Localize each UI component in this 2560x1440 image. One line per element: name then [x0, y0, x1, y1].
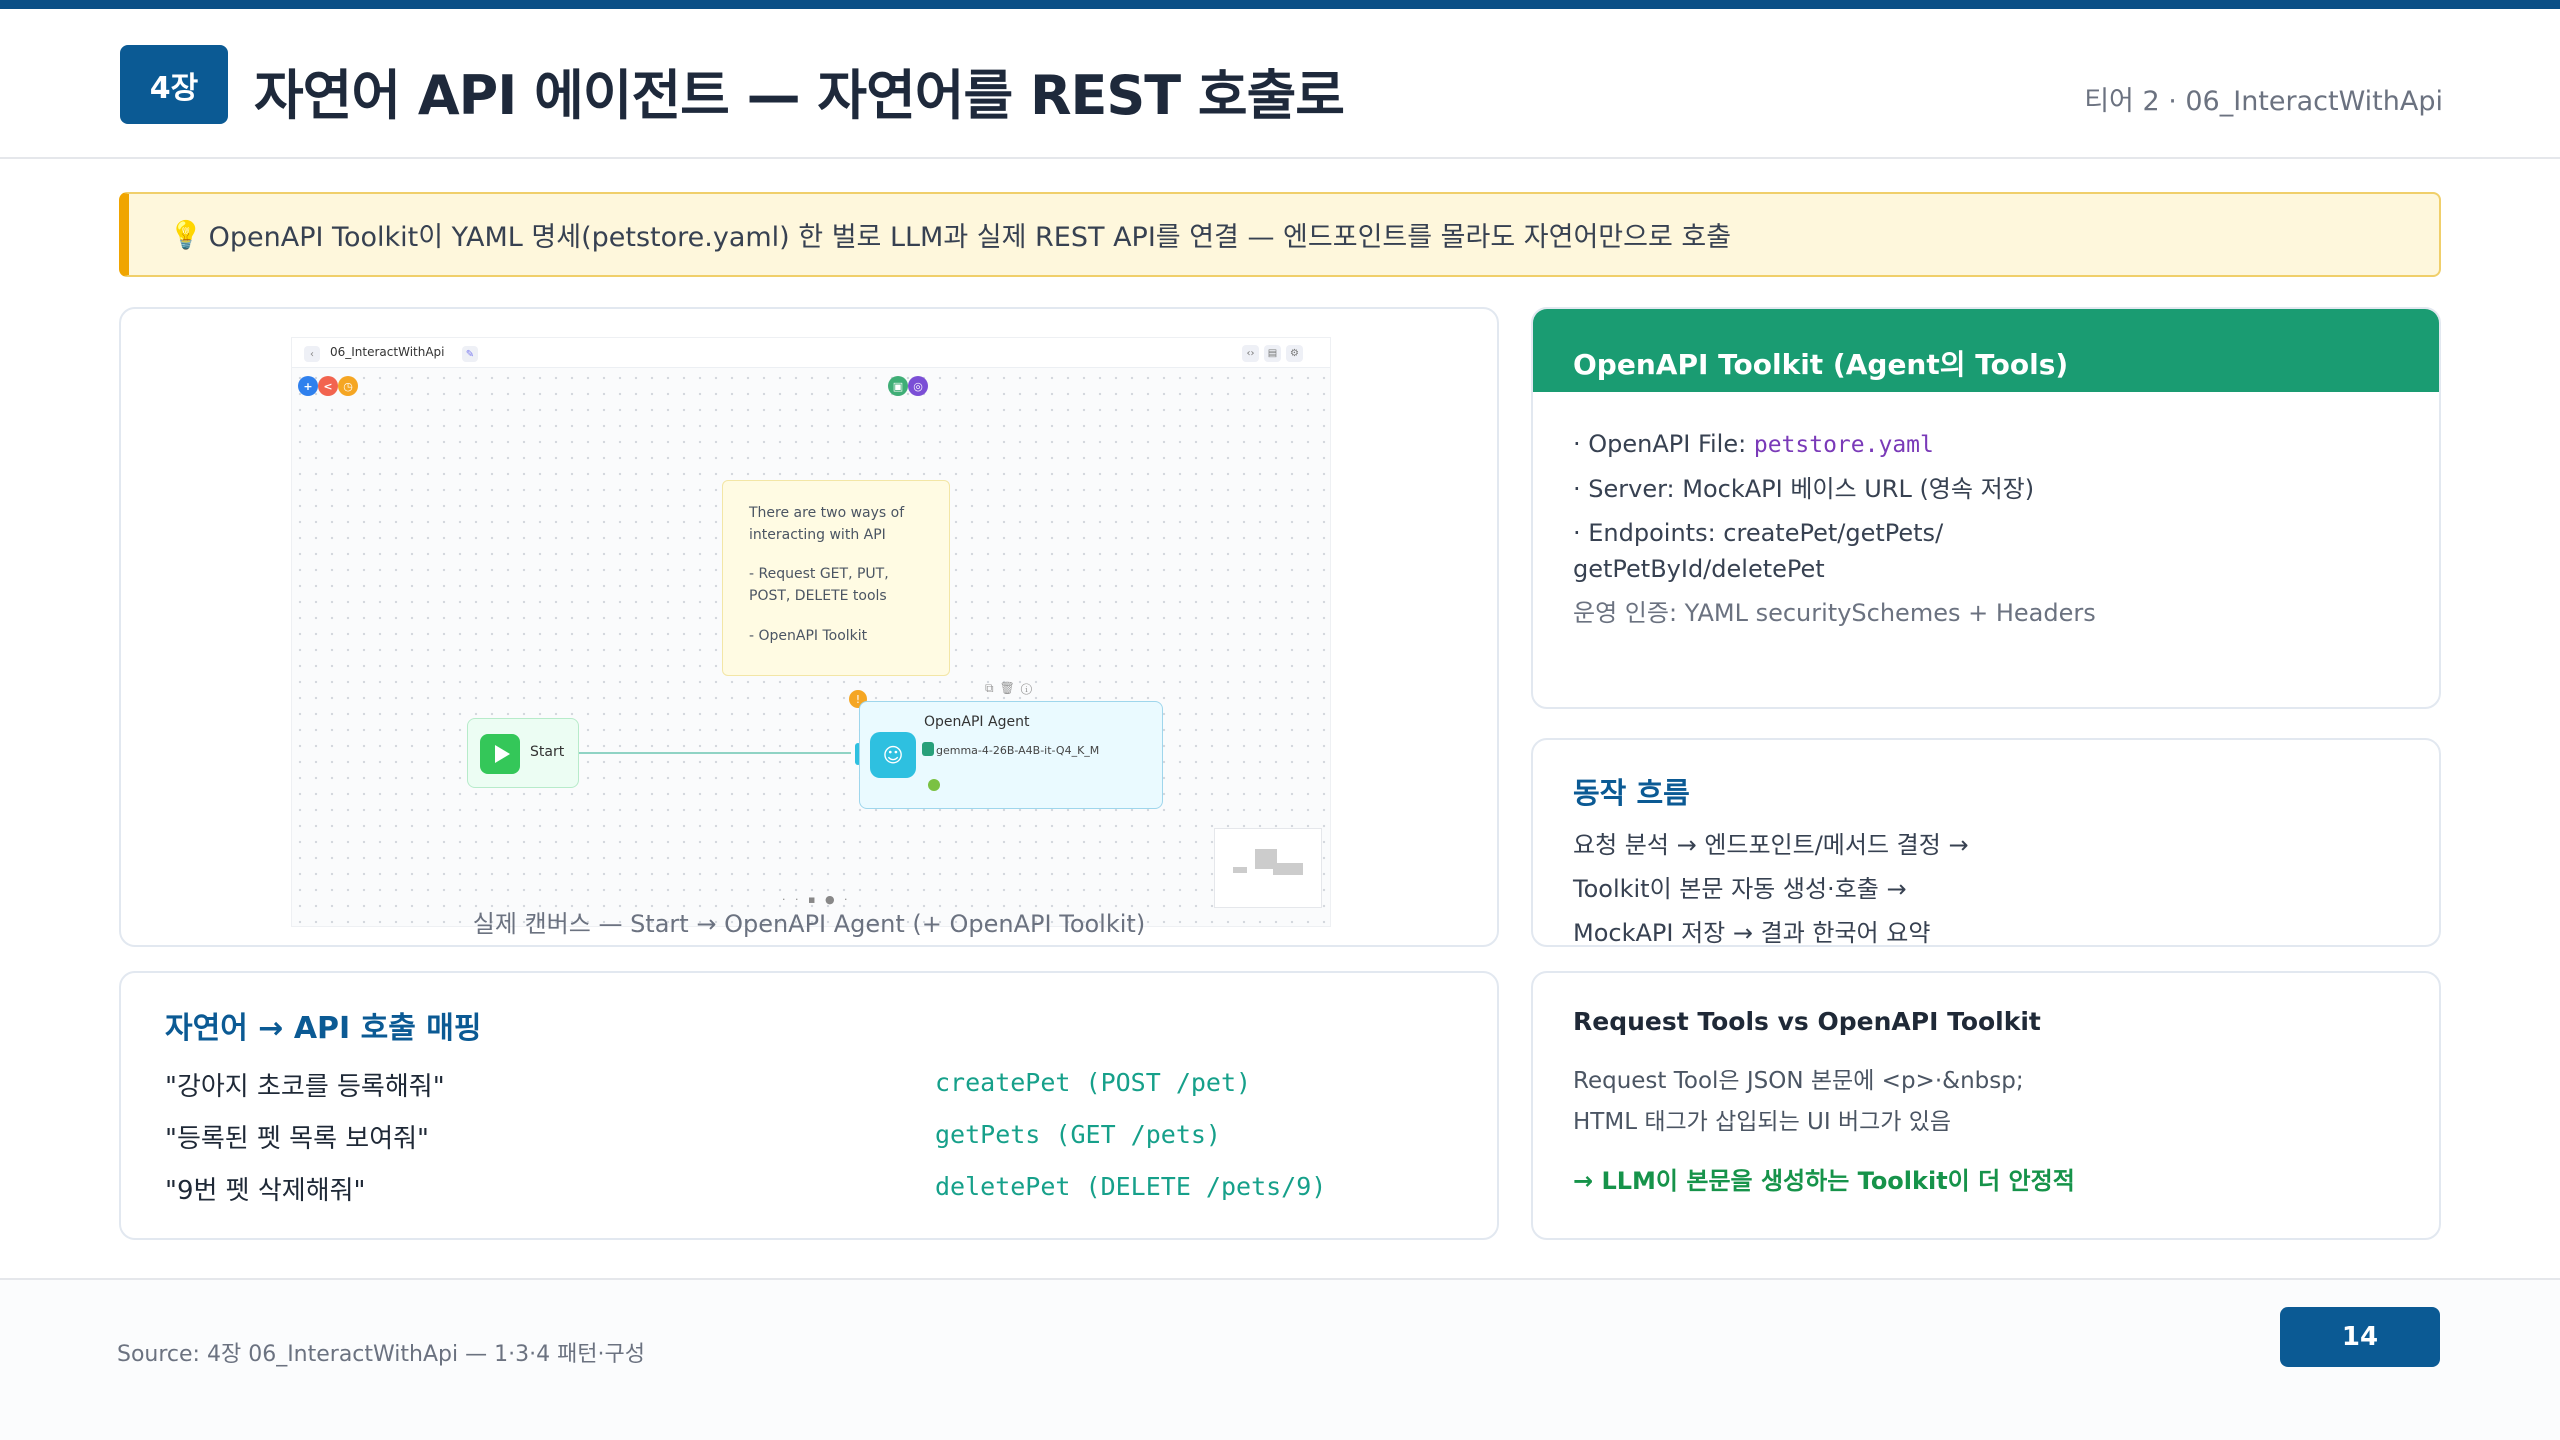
toolkit-server-row: · Server: MockAPI 베이스 URL (영속 저장): [1573, 474, 2035, 503]
agent-node-title: OpenAPI Agent: [924, 714, 1030, 730]
toolkit-card-body: · OpenAPI File: petstore.yaml · Server: …: [1533, 392, 2439, 631]
tip-text: OpenAPI Toolkit이 YAML 명세(petstore.yaml) …: [208, 222, 1732, 253]
start-node[interactable]: Start: [467, 718, 579, 788]
chapter-badge: 4장: [120, 45, 228, 124]
sticky-line: - OpenAPI Toolkit: [749, 627, 868, 644]
flow-card: 동작 흐름 요청 분석 → 엔드포인트/메서드 결정 → Toolkit이 본문…: [1531, 738, 2441, 947]
request-line: Request Tool은 JSON 본문에 <p>·&nbsp;: [1573, 1068, 2024, 1094]
request-card-title: Request Tools vs OpenAPI Toolkit: [1573, 1007, 2041, 1036]
edit-pencil-icon[interactable]: ✎: [462, 346, 478, 362]
flow-line: 요청 분석 → 엔드포인트/메서드 결정 →: [1573, 831, 1969, 859]
sticky-line: There are two ways of interacting with A…: [749, 505, 905, 543]
file-value: petstore.yaml: [1753, 432, 1934, 458]
canvas-toolbar: ‹ 06_InteractWithApi ✎ ‹› ▤ ⚙: [292, 338, 1330, 368]
toolkit-auth-row: 운영 인증: YAML securitySchemes + Headers: [1573, 598, 2096, 627]
toolkit-card-title: OpenAPI Toolkit (Agent의 Tools): [1533, 309, 2439, 392]
settings-icon[interactable]: ⚙: [1286, 345, 1303, 362]
toolkit-endpoints-row-2: getPetById/deletePet: [1573, 554, 1825, 583]
history-icon[interactable]: ◷: [338, 376, 358, 396]
node-toolbar[interactable]: ⧉🗑ⓘ: [985, 681, 1038, 696]
back-arrow-icon[interactable]: ‹: [304, 346, 320, 362]
flow-line: MockAPI 저장 → 결과 한국어 요약: [1573, 918, 1931, 947]
status-check-icon: [928, 779, 940, 791]
toolkit-card: OpenAPI Toolkit (Agent의 Tools) · OpenAPI…: [1531, 307, 2441, 709]
upsert-icon[interactable]: ▣: [888, 376, 908, 396]
page-number: 14: [2280, 1307, 2440, 1367]
tier-label: 티어 2 · 06_InteractWithApi: [2084, 86, 2443, 117]
mapping-call: getPets (GET /pets): [935, 1120, 1221, 1149]
toolkit-file-row: · OpenAPI File: petstore.yaml: [1573, 426, 2439, 463]
request-card-body: Request Tool은 JSON 본문에 <p>·&nbsp; HTML 태…: [1573, 1061, 2024, 1143]
tip-banner: 💡 OpenAPI Toolkit이 YAML 명세(petstore.yaml…: [119, 192, 2441, 277]
chat-icon[interactable]: ◎: [908, 376, 928, 396]
flow-line: Toolkit이 본문 자동 생성·호출 →: [1573, 874, 1907, 903]
canvas-screenshot-card: ‹ 06_InteractWithApi ✎ ‹› ▤ ⚙ + < ◷ ▣ ◎ …: [119, 307, 1499, 947]
request-vs-toolkit-card: Request Tools vs OpenAPI Toolkit Request…: [1531, 971, 2441, 1240]
mapping-card-title: 자연어 → API 호출 매핑: [165, 1011, 482, 1046]
share-icon[interactable]: <: [318, 376, 338, 396]
canvas-screenshot: ‹ 06_InteractWithApi ✎ ‹› ▤ ⚙ + < ◷ ▣ ◎ …: [291, 337, 1331, 927]
slide-header: 4장 자연어 API 에이전트 — 자연어를 REST 호출로 티어 2 · 0…: [0, 9, 2560, 159]
top-accent-bar: [0, 0, 2560, 9]
lightbulb-icon: 💡: [169, 219, 203, 251]
request-conclusion: → LLM이 본문을 생성하는 Toolkit이 더 안정적: [1573, 1167, 2075, 1195]
robot-icon: ☺: [870, 732, 916, 778]
sticky-note[interactable]: There are two ways of interacting with A…: [722, 480, 950, 676]
mapping-call: createPet (POST /pet): [935, 1068, 1252, 1097]
mapping-query: "등록된 펫 목록 보여줘": [165, 1124, 429, 1154]
mapping-query: "9번 펫 삭제해줘": [165, 1176, 366, 1206]
openapi-agent-node[interactable]: OpenAPI Agent ☺ gemma-4-26B-A4B-it-Q4_K_…: [859, 701, 1163, 809]
toolkit-endpoints-row: · Endpoints: createPet/getPets/: [1573, 518, 1944, 547]
request-line: HTML 태그가 삽입되는 UI 버그가 있음: [1573, 1108, 1952, 1135]
flow-name: 06_InteractWithApi: [330, 345, 445, 359]
sticky-line: - Request GET, PUT, POST, DELETE tools: [749, 566, 889, 605]
slide-footer: Source: 4장 06_InteractWithApi — 1·3·4 패턴…: [0, 1278, 2560, 1440]
file-label: · OpenAPI File:: [1573, 430, 1754, 458]
slide-title: 자연어 API 에이전트 — 자연어를 REST 호출로: [254, 64, 1345, 127]
play-icon: [480, 734, 520, 774]
start-node-label: Start: [530, 744, 565, 760]
flow-card-body: 요청 분석 → 엔드포인트/메서드 결정 → Toolkit이 본문 자동 생성…: [1573, 824, 2393, 947]
flow-edge: [579, 752, 851, 754]
mapping-query: "강아지 초코를 등록해줘": [165, 1072, 445, 1102]
source-note: Source: 4장 06_InteractWithApi — 1·3·4 패턴…: [117, 1342, 646, 1367]
mapping-call: deletePet (DELETE /pets/9): [935, 1172, 1327, 1201]
minimap[interactable]: [1214, 828, 1322, 908]
agent-model-name: gemma-4-26B-A4B-it-Q4_K_M: [936, 744, 1100, 757]
save-icon[interactable]: ▤: [1264, 345, 1281, 362]
flow-card-title: 동작 흐름: [1573, 776, 1690, 810]
code-icon[interactable]: ‹›: [1242, 345, 1259, 362]
canvas-caption: 실제 캔버스 — Start → OpenAPI Agent (+ OpenAP…: [472, 910, 1146, 938]
add-node-icon[interactable]: +: [298, 376, 318, 396]
model-icon: [922, 742, 934, 756]
mapping-card: 자연어 → API 호출 매핑 "강아지 초코를 등록해줘" createPet…: [119, 971, 1499, 1240]
